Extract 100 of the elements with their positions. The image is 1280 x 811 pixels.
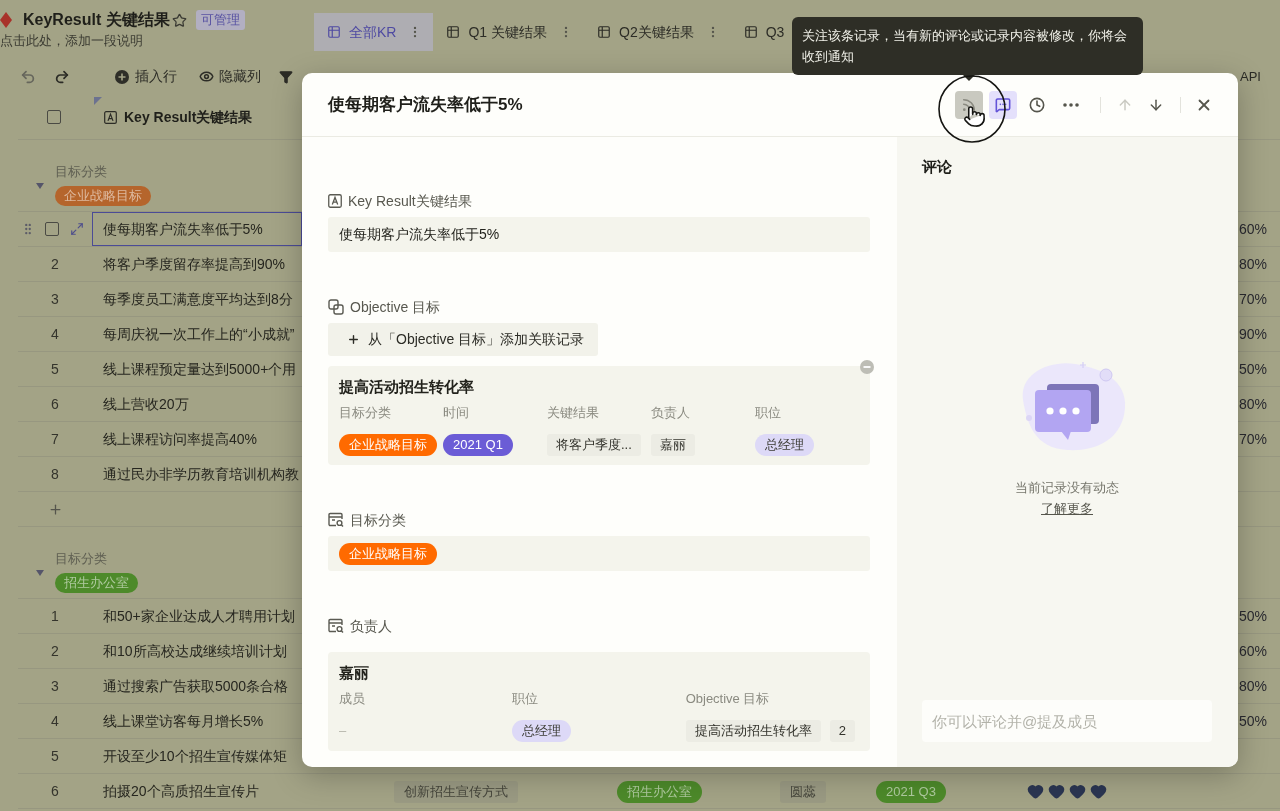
rss-icon	[961, 96, 977, 113]
filter-icon[interactable]	[279, 69, 293, 84]
speech-bubble-icon	[995, 96, 1011, 113]
diamond-logo-icon	[0, 12, 12, 28]
row-number: 5	[51, 359, 59, 379]
option-tag: 2021 Q1	[443, 434, 513, 456]
option-tag: 2021 Q3	[876, 780, 946, 803]
table-cell[interactable]: 每季度员工满意度平均达到8分	[92, 282, 302, 316]
field-label: Objective 目标	[350, 297, 441, 317]
insert-row-button[interactable]: 插入行	[115, 66, 177, 87]
percent-value: 60%	[1238, 641, 1267, 661]
app-title: KeyResult 关键结果	[23, 10, 170, 30]
plus-icon[interactable]	[48, 501, 63, 517]
row-number: 2	[51, 641, 59, 661]
record-title: 使每期客户流失率低于5%	[328, 93, 523, 116]
curved-arrow-right-icon[interactable]	[54, 68, 70, 85]
percent-value: 80%	[1238, 394, 1267, 414]
row-number: 4	[51, 324, 59, 344]
select-all-checkbox[interactable]	[47, 110, 61, 124]
heart-icon	[1048, 782, 1065, 800]
empty-value: –	[339, 722, 347, 741]
percent-value: 50%	[1238, 606, 1267, 626]
tooltip-arrow-icon	[963, 75, 975, 81]
table-cell[interactable]: 线上课堂访客每月增长5%	[92, 704, 302, 738]
add-linked-record-button[interactable]: 从「Objective 目标」添加关联记录	[328, 323, 599, 356]
linked-record-tag: 圆蕊	[780, 780, 826, 803]
column-label: Objective 目标	[685, 690, 771, 708]
table-cell[interactable]: 线上课程访问率提高40%	[92, 422, 302, 456]
table-cell[interactable]: 通过搜索广告获取5000条合格	[92, 669, 302, 703]
row-checkbox[interactable]	[45, 222, 59, 236]
group-tag: 企业战略目标	[55, 186, 151, 206]
option-tag: 企业战略目标	[339, 434, 437, 456]
percent-value: 90%	[1238, 324, 1267, 344]
text-field[interactable]: 使每期客户流失率低于5%	[328, 217, 870, 252]
option-tag: 总经理	[755, 434, 814, 456]
clock-icon	[1029, 96, 1045, 113]
more-icon	[1063, 102, 1079, 107]
hide-columns-button[interactable]: 隐藏列	[199, 66, 261, 87]
table-icon	[327, 25, 341, 39]
table-icon	[597, 25, 612, 39]
table-cell[interactable]: 线上课程预定量达到5000+个用	[92, 352, 302, 386]
row-number: 6	[51, 394, 59, 414]
linked-record-tag: 嘉丽	[651, 434, 695, 456]
column-label: 负责人	[651, 404, 691, 422]
overlapping-squares-icon	[328, 299, 344, 315]
caret-icon[interactable]	[36, 183, 44, 189]
tooltip: 关注该条记录，当有新的评论或记录内容被修改，你将会收到通知	[792, 17, 1143, 75]
table-cell[interactable]: 每周庆祝一次工作上的“小成就”	[92, 317, 302, 351]
group-field-label: 目标分类	[55, 551, 107, 567]
linked-record-tag: 将客户季度...	[547, 434, 641, 456]
linked-record-tag: 创新招生宣传方式	[394, 780, 518, 803]
view-tab[interactable]: 全部KR	[314, 13, 434, 51]
learn-more-link[interactable]: 了解更多	[1041, 500, 1093, 518]
empty-state-text: 当前记录没有动态	[1015, 479, 1119, 497]
cursor-ring-icon	[938, 75, 1006, 143]
corner-triangle-icon	[94, 97, 102, 105]
view-tab[interactable]: Q2关键结果	[584, 13, 731, 51]
row-number: 7	[51, 429, 59, 449]
linked-record-tag: 提高活动招生转化率	[685, 720, 821, 742]
percent-value: 80%	[1238, 254, 1267, 274]
record-card-title: 提高活动招生转化率	[339, 377, 475, 397]
field-label: Key Result关键结果	[348, 191, 472, 211]
text-field-icon	[328, 194, 342, 208]
column-label: 成员	[339, 690, 366, 708]
star-icon[interactable]	[171, 12, 187, 28]
table-cell[interactable]: 将客户季度留存率提高到90%	[92, 247, 302, 281]
group-field-label: 目标分类	[55, 164, 107, 180]
comment-input[interactable]: 你可以评论并@提及成员	[922, 700, 1212, 742]
percent-value: 70%	[1238, 429, 1267, 449]
column-header[interactable]: Key Result关键结果	[124, 106, 253, 128]
percent-value: 80%	[1238, 676, 1267, 696]
comments-button[interactable]	[989, 90, 1017, 119]
table-cell[interactable]: 通过民办非学历教育培训机构教	[92, 457, 302, 491]
row-number: 1	[51, 606, 59, 626]
linked-record-tag: 2	[829, 720, 855, 742]
table-cell[interactable]: 和10所高校达成继续培训计划	[92, 634, 302, 668]
table-cell[interactable]: 使每期客户流失率低于5%	[92, 212, 302, 246]
caret-icon[interactable]	[36, 570, 44, 576]
minus-circle-icon[interactable]	[860, 360, 874, 374]
heart-icon	[1027, 782, 1044, 800]
curved-arrow-left-icon[interactable]	[20, 68, 36, 85]
table-cell[interactable]: 拍摄20个高质招生宣传片	[92, 774, 302, 808]
linked-record-card[interactable]: 提高活动招生转化率 目标分类 时间 关键结果 负责人 职位 企业战略目标 2021 Q1 将客户季度... 嘉丽 总经理	[328, 366, 870, 465]
api-link[interactable]: API	[1240, 66, 1280, 87]
table-cell[interactable]: 开设至少10个招生宣传媒体矩	[92, 739, 302, 773]
hand-pointer-icon	[963, 105, 986, 128]
heart-icon	[1090, 782, 1107, 800]
row-number: 2	[51, 254, 59, 274]
field-label: 目标分类	[350, 510, 406, 530]
record-card-title: 嘉丽	[339, 663, 370, 683]
option-tag: 总经理	[512, 720, 572, 742]
option-tag: 企业战略目标	[339, 542, 437, 565]
row-number: 4	[51, 711, 59, 731]
group-tag: 招生办公室	[55, 573, 138, 593]
table-cell[interactable]: 和50+家企业达成人才聘用计划	[92, 599, 302, 633]
table-cell[interactable]: 线上营收20万	[92, 387, 302, 421]
diagonal-arrows-icon[interactable]	[70, 222, 84, 236]
percent-value: 50%	[1238, 711, 1267, 731]
linked-record-card[interactable]: 嘉丽 成员 职位 Objective 目标 – 总经理 提高活动招生转化率 2	[328, 652, 870, 751]
view-tab[interactable]: Q1 关键结果	[433, 13, 585, 51]
